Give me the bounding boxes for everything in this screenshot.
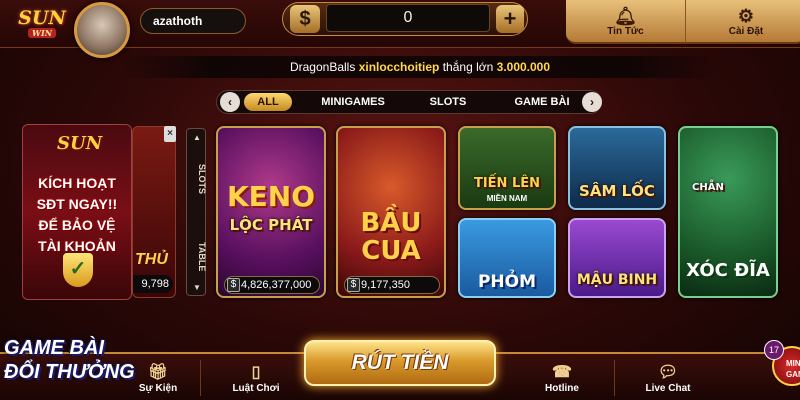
peek-jackpot: 9,798 <box>133 275 173 293</box>
withdraw-button[interactable]: RÚT TIỀN <box>304 340 496 386</box>
username-display[interactable]: azathoth <box>140 8 246 34</box>
side-tab-slots[interactable]: SLOTS <box>187 149 207 209</box>
watermark-line-1: GAME BÀI <box>4 337 104 359</box>
marquee-player: xinlocchoitiep <box>358 60 440 74</box>
tab-all[interactable]: ALL <box>244 93 292 111</box>
keno-jackpot: $4,826,377,000 <box>224 276 320 294</box>
chat-icon: 💬︎ <box>657 363 679 381</box>
winner-marquee: DragonBalls xinlocchoitiep thắng lớn 3.0… <box>120 56 720 78</box>
logo-sub: WIN <box>27 28 57 38</box>
side-down-icon[interactable]: ▼ <box>187 283 207 292</box>
rules-button[interactable]: ▯ Luật Chơi <box>214 356 298 400</box>
tien-len-subtitle: MIỀN NAM <box>486 194 528 203</box>
xoc-dia-tag: CHẴN <box>692 182 724 193</box>
hotline-label: Hotline <box>545 382 579 394</box>
keno-title: KENO <box>226 180 316 213</box>
promo-line-3: ĐỂ BẢO VỆ <box>38 217 116 233</box>
minigame-badge: 17 <box>764 340 784 360</box>
settings-button[interactable]: ⚙ Cài Đặt <box>686 0 800 44</box>
game-card-xoc-dia[interactable]: CHẴN XÓC ĐĨA <box>678 126 778 298</box>
bau-cua-title-1: BẦU <box>360 208 422 238</box>
peek-title: THỦ <box>135 251 168 268</box>
game-card-bau-cua[interactable]: BẦU CUA $9,177,350 <box>336 126 446 298</box>
shield-check-icon: ✓ <box>63 253 93 287</box>
tab-game-bai[interactable]: GAME BÀI <box>508 93 576 111</box>
game-card-sam-loc[interactable]: SÂM LỐC <box>568 126 666 210</box>
dollar-icon: $ <box>227 278 240 292</box>
sam-loc-title: SÂM LỐC <box>579 182 655 200</box>
notice-button[interactable]: 🔔︎ Tin Tức <box>566 0 686 44</box>
bottom-divider <box>200 360 201 396</box>
marquee-amount: 3.000.000 <box>496 60 551 74</box>
tabs-prev-icon[interactable]: ‹ <box>220 92 240 112</box>
marquee-verb: thắng lớn <box>442 60 494 74</box>
hotline-button[interactable]: ☎ Hotline <box>520 356 604 400</box>
game-card-mau-binh[interactable]: MẬU BINH <box>568 218 666 298</box>
add-funds-button[interactable]: + <box>496 5 524 33</box>
side-up-icon[interactable]: ▲ <box>187 133 207 142</box>
gear-icon: ⚙ <box>737 5 755 26</box>
balance-value: 0 <box>326 4 490 32</box>
settings-label: Cài Đặt <box>728 25 764 37</box>
dollar-icon: $ <box>347 278 360 292</box>
phone-icon: ☎ <box>552 363 572 381</box>
mau-binh-title: MẬU BINH <box>576 272 658 288</box>
bau-cua-jackpot-value: 9,177,350 <box>361 279 410 291</box>
promo-line-2: SĐT NGAY!! <box>36 196 118 212</box>
livechat-label: Live Chat <box>645 382 691 394</box>
marquee-game: DragonBalls <box>289 60 356 74</box>
keno-subtitle: LỘC PHÁT <box>229 216 313 234</box>
rules-label: Luật Chơi <box>232 382 280 394</box>
tab-slots[interactable]: SLOTS <box>420 93 476 111</box>
close-promo-icon[interactable]: × <box>164 126 176 142</box>
bau-cua-jackpot: $9,177,350 <box>344 276 440 294</box>
tien-len-title: TIẾN LÊN <box>473 176 541 191</box>
logo-text: SUN <box>18 7 66 29</box>
currency-icon[interactable]: $ <box>290 5 320 33</box>
notice-label: Tin Tức <box>607 25 644 37</box>
side-category-tabs: ▲ SLOTS TABLE ▼ <box>186 128 207 296</box>
avatar[interactable] <box>74 2 130 58</box>
gift-icon: 🎁︎ <box>147 363 169 381</box>
promo-banner[interactable]: SUN KÍCH HOẠT SĐT NGAY!! ĐỂ BẢO VỆ TÀI K… <box>22 124 132 300</box>
tabs-next-icon[interactable]: › <box>582 92 602 112</box>
phom-title: PHỎM <box>477 272 537 292</box>
bottom-divider <box>614 360 615 396</box>
watermark-line-2: ĐỔI THƯỞNG <box>4 361 135 383</box>
peek-game-card[interactable]: THỦ 9,798 <box>132 126 176 298</box>
bell-icon: 🔔︎ <box>614 5 637 26</box>
game-card-keno[interactable]: KENO LỘC PHÁT $4,826,377,000 <box>216 126 326 298</box>
promo-logo: SUN <box>57 133 103 154</box>
livechat-button[interactable]: 💬︎ Live Chat <box>626 356 710 400</box>
bau-cua-title-2: CUA <box>361 236 421 266</box>
sunwin-logo: SUN WIN <box>12 3 72 43</box>
book-icon: ▯ <box>251 363 261 381</box>
promo-line-1: KÍCH HOẠT <box>38 175 116 191</box>
side-tab-table[interactable]: TABLE <box>187 227 207 287</box>
watermark-logo: GAME BÀI ĐỔI THƯỞNG <box>0 320 148 400</box>
tab-minigames[interactable]: MINIGAMES <box>316 93 390 111</box>
xoc-dia-title: XÓC ĐĨA <box>686 260 770 281</box>
game-card-phom[interactable]: PHỎM <box>458 218 556 298</box>
game-card-tien-len[interactable]: TIẾN LÊN MIỀN NAM <box>458 126 556 210</box>
keno-jackpot-value: 4,826,377,000 <box>241 279 312 291</box>
